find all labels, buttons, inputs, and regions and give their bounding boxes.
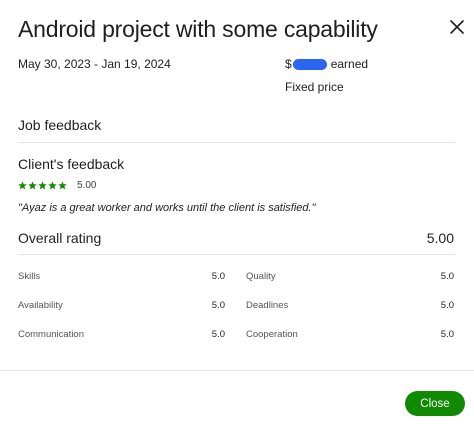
price-type: Fixed price [285,80,344,94]
metric-communication-label: Communication [18,329,84,340]
close-button[interactable]: Close [405,391,465,416]
metric-deadlines-value: 5.0 [440,300,454,311]
metric-quality-label: Quality [246,271,276,282]
footer-divider [0,370,474,371]
job-feedback-heading: Job feedback [18,117,102,133]
metric-deadlines-label: Deadlines [246,300,289,311]
metric-skills-value: 5.0 [211,271,225,282]
client-rating-value: 5.00 [77,180,97,191]
metric-availability-value: 5.0 [211,300,225,311]
metric-cooperation-value: 5.0 [440,329,454,340]
star-icon [48,181,57,190]
overall-rating-value: 5.00 [426,230,454,246]
divider [18,142,455,143]
currency-symbol: $ [285,57,292,71]
earned-label: earned [330,57,369,71]
metric-skills-label: Skills [18,271,41,282]
star-rating [18,181,67,190]
star-icon [28,181,37,190]
star-icon [18,181,27,190]
divider [18,254,455,255]
earned-amount: $ earned [285,57,368,71]
overall-rating-label: Overall rating [18,230,102,246]
star-icon [58,181,67,190]
metric-communication-value: 5.0 [211,329,225,340]
redacted-amount [292,58,327,70]
client-rating: 5.00 [18,180,96,191]
client-comment: "Ayaz is a great worker and works until … [18,202,316,214]
metric-quality-value: 5.0 [440,271,454,282]
close-icon[interactable] [446,16,468,38]
client-feedback-heading: Client's feedback [18,156,125,172]
star-icon [38,181,47,190]
metric-availability-label: Availability [18,300,63,311]
page-title: Android project with some capability [18,16,378,42]
date-range: May 30, 2023 - Jan 19, 2024 [18,57,171,71]
metric-cooperation-label: Cooperation [246,329,298,340]
